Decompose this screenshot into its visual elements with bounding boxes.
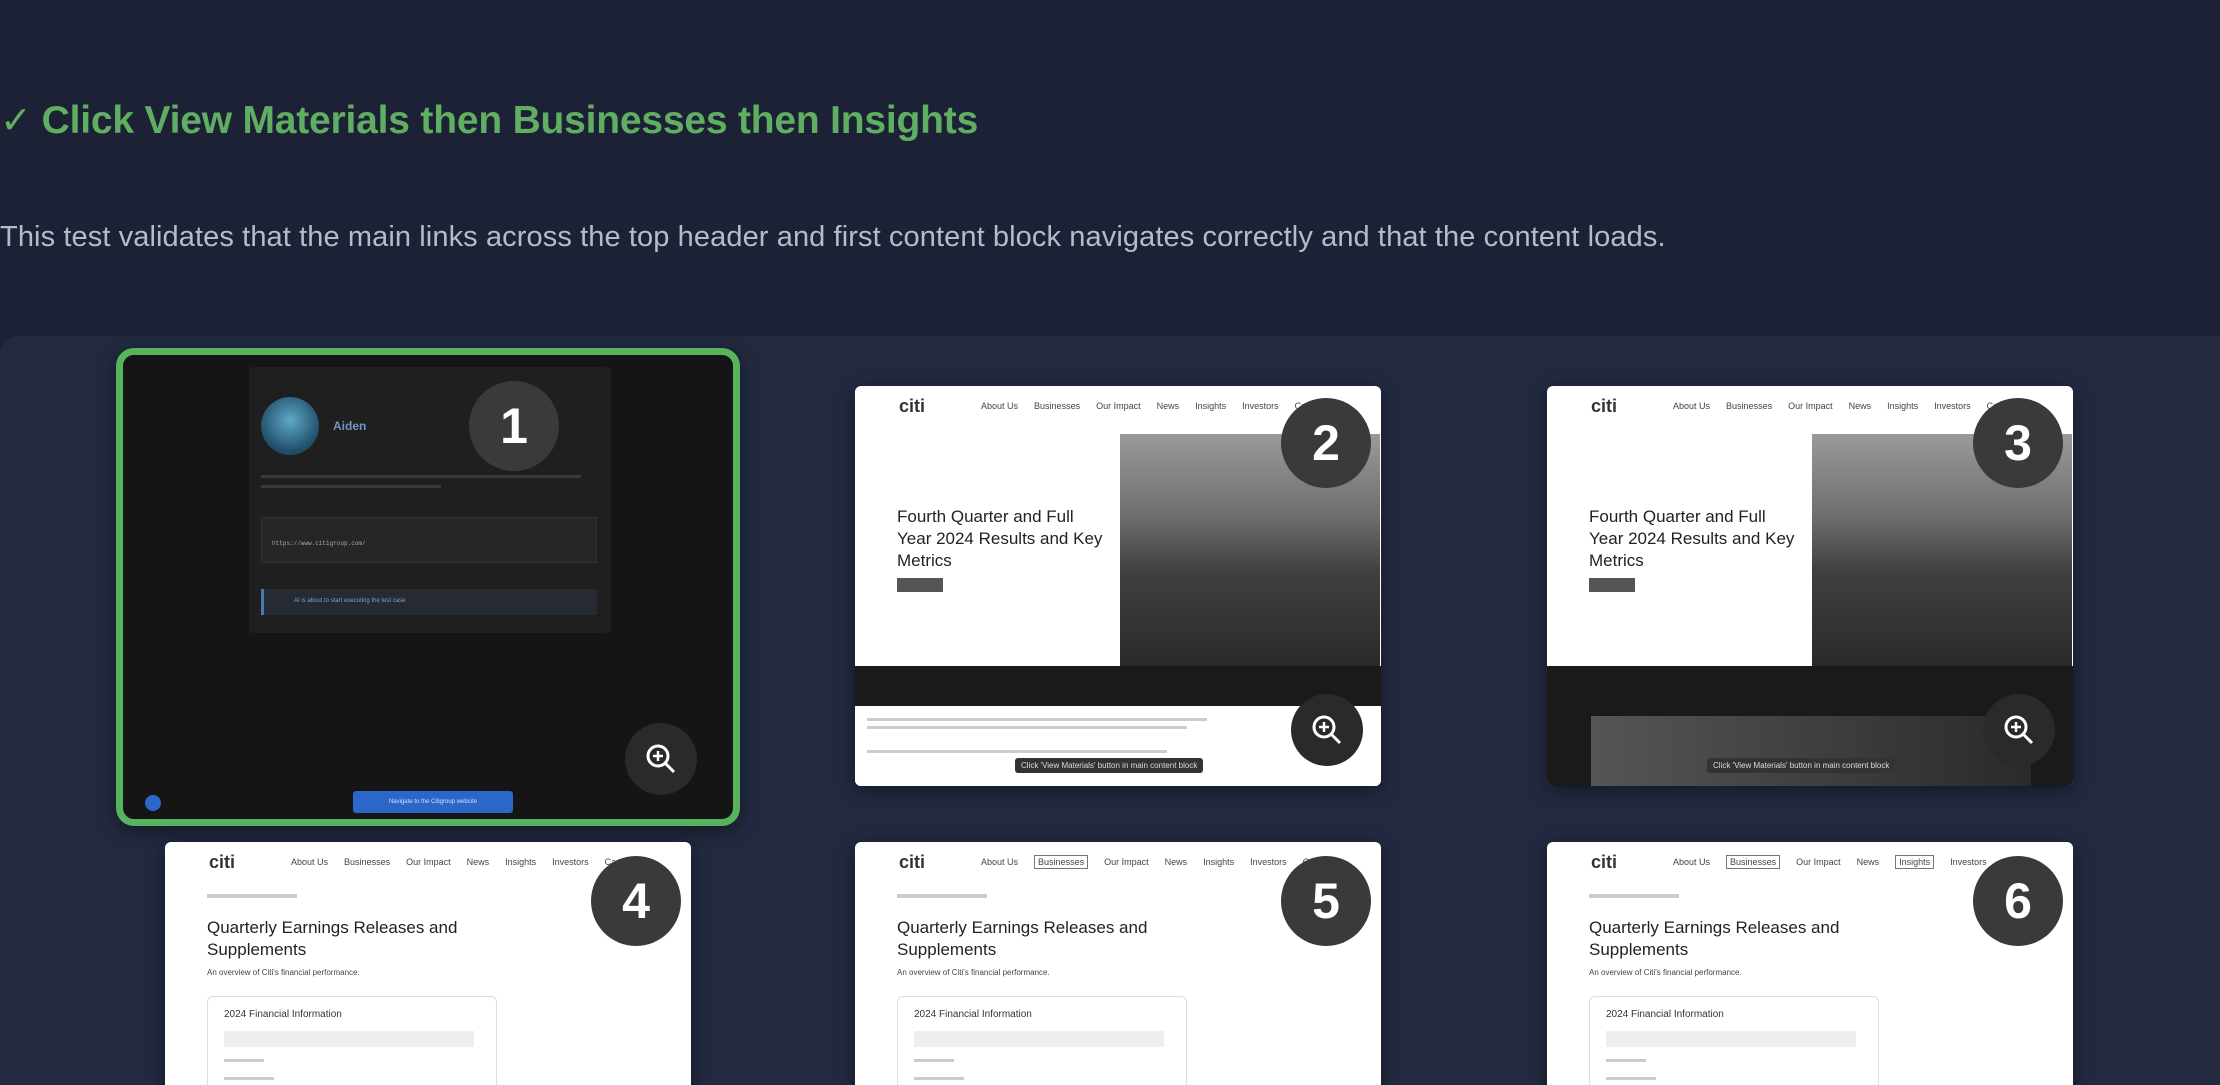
zoom-in-icon[interactable] xyxy=(1983,694,2055,766)
citi-logo: citi xyxy=(899,395,926,416)
page-subtitle: An overview of Citi's financial performa… xyxy=(897,968,1050,977)
nav-item: Insights xyxy=(1195,401,1227,411)
page-title: Quarterly Earnings Releases and Suppleme… xyxy=(1589,918,1840,959)
user-name: Aiden xyxy=(333,419,367,433)
nav-item: Insights xyxy=(1203,857,1235,867)
card-title: 2024 Financial Information xyxy=(1606,1009,1724,1020)
nav-item: Our Impact xyxy=(1796,857,1841,867)
nav-item-highlighted: Insights xyxy=(1895,855,1935,869)
nav-item: Our Impact xyxy=(1104,857,1149,867)
url-field: https://www.citigroup.com/ xyxy=(261,517,597,563)
avatar xyxy=(261,397,319,455)
citi-logo: citi xyxy=(209,851,236,872)
test-title: ✓ Click View Materials then Businesses t… xyxy=(0,98,978,143)
step-number-badge: 6 xyxy=(1973,856,2063,946)
page-subtitle: An overview of Citi's financial performa… xyxy=(207,968,360,977)
nav-item: Businesses xyxy=(1034,401,1081,411)
screenshot-gallery: Aiden https://www.citigroup.com/ AI is a… xyxy=(0,336,2220,1085)
nav-item: Investors xyxy=(1250,857,1287,867)
citi-logo: citi xyxy=(1591,851,1618,872)
nav-item-highlighted: Businesses xyxy=(1034,855,1089,869)
page-title: Quarterly Earnings Releases and Suppleme… xyxy=(207,918,458,959)
nav-item: Businesses xyxy=(344,857,391,867)
step-tooltip: Click 'View Materials' button in main co… xyxy=(1707,758,1896,773)
nav-item: About Us xyxy=(291,857,329,867)
screenshot-thumb-5[interactable]: citi About Us Businesses Our Impact News… xyxy=(855,842,1381,1085)
nav-item: News xyxy=(1156,401,1180,411)
nav-item: Investors xyxy=(1934,401,1971,411)
step-number-badge: 2 xyxy=(1281,398,1371,488)
step-tooltip: Click 'View Materials' button in main co… xyxy=(1015,758,1204,773)
zoom-in-icon[interactable] xyxy=(1291,694,1363,766)
nav-item: Our Impact xyxy=(1788,401,1833,411)
agent-panel: Aiden https://www.citigroup.com/ AI is a… xyxy=(249,367,611,633)
nav-item: News xyxy=(1856,857,1880,867)
step-number-badge: 3 xyxy=(1973,398,2063,488)
view-materials-button xyxy=(1589,578,1635,592)
nav-item: Insights xyxy=(505,857,537,867)
ai-notice-text: AI is about to start executing the test … xyxy=(294,598,406,604)
page-title: Quarterly Earnings Releases and Suppleme… xyxy=(897,918,1148,959)
nav-item: About Us xyxy=(1673,857,1711,867)
zoom-in-icon[interactable] xyxy=(625,723,697,795)
step-number-badge: 1 xyxy=(469,381,559,471)
ai-notice: AI is about to start executing the test … xyxy=(261,589,597,615)
video-preview xyxy=(1591,716,2031,786)
nav-item: About Us xyxy=(981,401,1019,411)
card-title: 2024 Financial Information xyxy=(914,1009,1032,1020)
nav-item: Our Impact xyxy=(406,857,451,867)
financial-card: 2024 Financial Information xyxy=(1589,996,1879,1085)
check-icon: ✓ xyxy=(0,100,32,142)
financial-card: 2024 Financial Information xyxy=(897,996,1187,1085)
nav-item: Our Impact xyxy=(1096,401,1141,411)
nav-item: News xyxy=(466,857,490,867)
nav-item: About Us xyxy=(981,857,1019,867)
financial-card: 2024 Financial Information xyxy=(207,996,497,1085)
dark-strip xyxy=(855,666,1381,706)
url-value: https://www.citigroup.com/ xyxy=(272,540,366,547)
screenshot-thumb-3[interactable]: citi About Us Businesses Our Impact News… xyxy=(1547,386,2073,786)
step-number-badge: 4 xyxy=(591,856,681,946)
citi-logo: citi xyxy=(899,851,926,872)
card-title: 2024 Financial Information xyxy=(224,1009,342,1020)
nav-item-highlighted: Businesses xyxy=(1726,855,1781,869)
nav-item: Businesses xyxy=(1726,401,1773,411)
breadcrumb xyxy=(207,894,297,898)
nav-item: Investors xyxy=(552,857,589,867)
nav-item: News xyxy=(1848,401,1872,411)
nav-item: About Us xyxy=(1673,401,1711,411)
breadcrumb xyxy=(897,894,987,898)
screenshot-thumb-1[interactable]: Aiden https://www.citigroup.com/ AI is a… xyxy=(116,348,740,826)
hero-title: Fourth Quarter and Full Year 2024 Result… xyxy=(897,507,1103,570)
screenshot-thumb-6[interactable]: citi About Us Businesses Our Impact News… xyxy=(1547,842,2073,1085)
citi-logo: citi xyxy=(1591,395,1618,416)
test-description: This test validates that the main links … xyxy=(0,221,1666,253)
test-title-text: Click View Materials then Businesses the… xyxy=(41,98,979,142)
nav-item: Insights xyxy=(1887,401,1919,411)
nav-item: Investors xyxy=(1950,857,1987,867)
screenshot-thumb-2[interactable]: citi About Us Businesses Our Impact News… xyxy=(855,386,1381,786)
step-number-badge: 5 xyxy=(1281,856,1371,946)
info-icon xyxy=(145,795,161,811)
screenshot-thumb-4[interactable]: citi About Us Businesses Our Impact News… xyxy=(165,842,691,1085)
nav-item: Investors xyxy=(1242,401,1279,411)
hero-title: Fourth Quarter and Full Year 2024 Result… xyxy=(1589,507,1795,570)
view-materials-button xyxy=(897,578,943,592)
breadcrumb xyxy=(1589,894,1679,898)
nav-item: News xyxy=(1164,857,1188,867)
navigate-button[interactable]: Navigate to the Citigroup website xyxy=(353,791,513,813)
page-subtitle: An overview of Citi's financial performa… xyxy=(1589,968,1742,977)
